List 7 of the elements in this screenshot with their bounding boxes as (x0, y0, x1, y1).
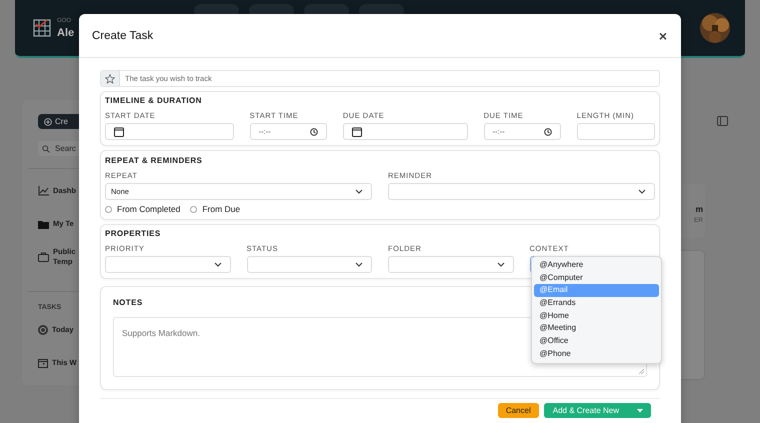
section-heading: REPEAT & REMINDERS (105, 156, 202, 165)
card-title: m (695, 204, 703, 214)
dialog-title: Create Task (92, 30, 154, 42)
user-name: Ale (57, 26, 74, 38)
section-heading: TIMELINE & DURATION (105, 96, 202, 105)
section-heading: NOTES (113, 298, 143, 307)
section-heading: PROPERTIES (105, 229, 161, 238)
